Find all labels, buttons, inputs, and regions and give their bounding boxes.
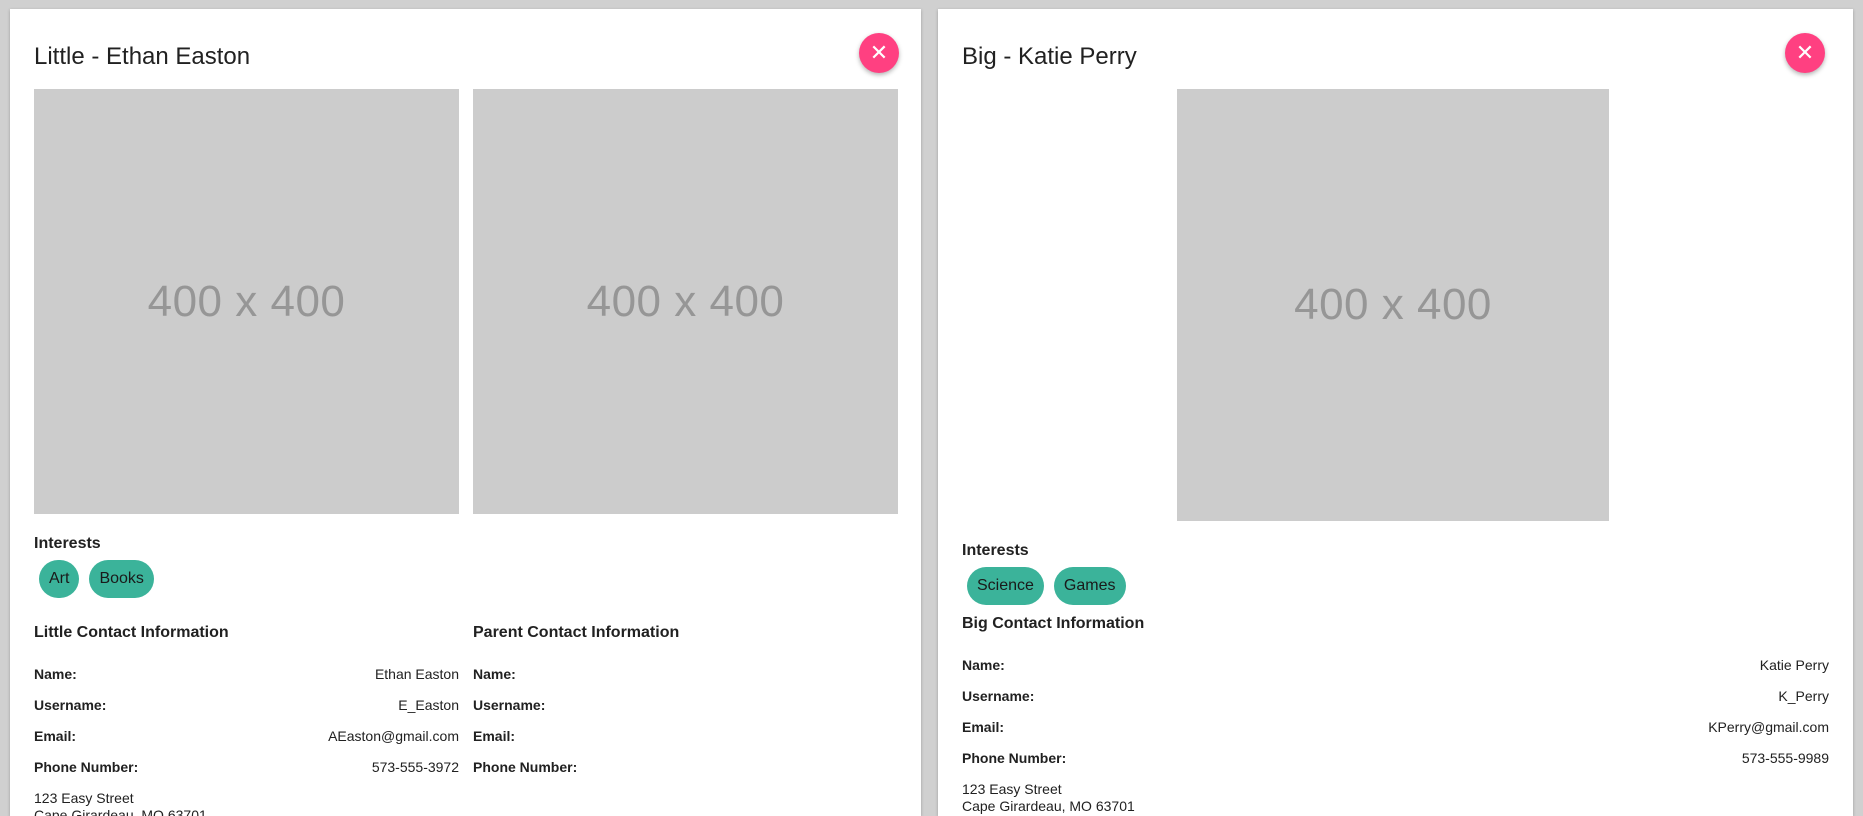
big-contact-info: Big Contact Information Name: Katie Perr… — [962, 614, 1829, 815]
field-value: AEaston@gmail.com — [328, 727, 459, 744]
field-value: K_Perry — [1778, 687, 1829, 704]
field-label: Phone Number: — [962, 749, 1067, 766]
contact-row-email: Email: — [473, 720, 898, 751]
address-line: Cape Girardeau, MO 63701 — [962, 798, 1135, 814]
address-line: 123 Easy Street — [962, 781, 1062, 797]
field-value: KPerry@gmail.com — [1708, 718, 1829, 735]
contact-row-username: Username: — [473, 689, 898, 720]
interests-label: Interests — [34, 535, 101, 552]
contact-row-email: Email: KPerry@gmail.com — [962, 711, 1829, 742]
contact-row-name: Name: — [473, 658, 898, 689]
field-label: Email: — [962, 718, 1005, 735]
parent-contact-info: Parent Contact Information Name: Usernam… — [473, 623, 898, 782]
card-title: Big - Katie Perry — [962, 43, 1137, 70]
address-line: Cape Girardeau, MO 63701 — [34, 807, 207, 816]
field-label: Phone Number: — [473, 758, 578, 775]
field-value: Ethan Easton — [374, 665, 459, 682]
interests-chips: Science Games — [967, 567, 1126, 605]
contact-row-name: Name: Ethan Easton — [34, 658, 459, 689]
interest-chip[interactable]: Books — [89, 560, 154, 598]
field-value: E_Easton — [398, 696, 459, 713]
big-profile-card: Big - Katie Perry ✕ 400 x 400 Interests … — [938, 9, 1853, 816]
close-button[interactable]: ✕ — [1785, 33, 1825, 73]
little-contact-info: Little Contact Information Name: Ethan E… — [34, 623, 459, 816]
contact-row-phone: Phone Number: 573-555-9989 — [962, 742, 1829, 773]
contact-heading: Big Contact Information — [962, 615, 1145, 632]
field-label: Username: — [34, 696, 107, 713]
field-value: Katie Perry — [1759, 656, 1829, 673]
little-profile-card: Little - Ethan Easton ✕ 400 x 400 400 x … — [10, 9, 921, 816]
interest-chip[interactable]: Art — [39, 560, 80, 598]
field-label: Email: — [34, 727, 77, 744]
parent-photo-placeholder: 400 x 400 — [473, 89, 898, 514]
contact-heading: Parent Contact Information — [473, 624, 680, 641]
close-button[interactable]: ✕ — [859, 33, 899, 73]
address-line: 123 Easy Street — [34, 790, 134, 806]
profile-photo-placeholder: 400 x 400 — [1177, 89, 1609, 521]
interest-chip[interactable]: Games — [1053, 567, 1126, 605]
placeholder-label: 400 x 400 — [1294, 280, 1492, 329]
field-label: Username: — [473, 696, 546, 713]
placeholder-label: 400 x 400 — [586, 276, 785, 326]
close-icon: ✕ — [1795, 40, 1815, 65]
interest-chip[interactable]: Science — [967, 567, 1044, 605]
profile-photo-placeholder: 400 x 400 — [34, 89, 459, 514]
field-label: Name: — [473, 665, 516, 682]
field-label: Name: — [34, 665, 77, 682]
interests-label: Interests — [962, 542, 1029, 559]
field-value: 573-555-3972 — [371, 758, 459, 775]
contact-address: 123 Easy Street Cape Girardeau, MO 63701 — [962, 781, 1829, 815]
contact-row-username: Username: E_Easton — [34, 689, 459, 720]
field-value: 573-555-9989 — [1741, 749, 1829, 766]
field-label: Name: — [962, 656, 1005, 673]
field-label: Email: — [473, 727, 516, 744]
contact-row-username: Username: K_Perry — [962, 680, 1829, 711]
contact-row-phone: Phone Number: 573-555-3972 — [34, 751, 459, 782]
contact-row-name: Name: Katie Perry — [962, 649, 1829, 680]
placeholder-label: 400 x 400 — [147, 276, 346, 326]
contact-address: 123 Easy Street Cape Girardeau, MO 63701 — [34, 790, 459, 816]
close-icon: ✕ — [869, 40, 889, 65]
field-label: Phone Number: — [34, 758, 139, 775]
contact-row-phone: Phone Number: — [473, 751, 898, 782]
contact-row-email: Email: AEaston@gmail.com — [34, 720, 459, 751]
interests-chips: Art Books — [39, 560, 154, 598]
card-title: Little - Ethan Easton — [34, 43, 251, 70]
field-label: Username: — [962, 687, 1035, 704]
contact-heading: Little Contact Information — [34, 624, 229, 641]
